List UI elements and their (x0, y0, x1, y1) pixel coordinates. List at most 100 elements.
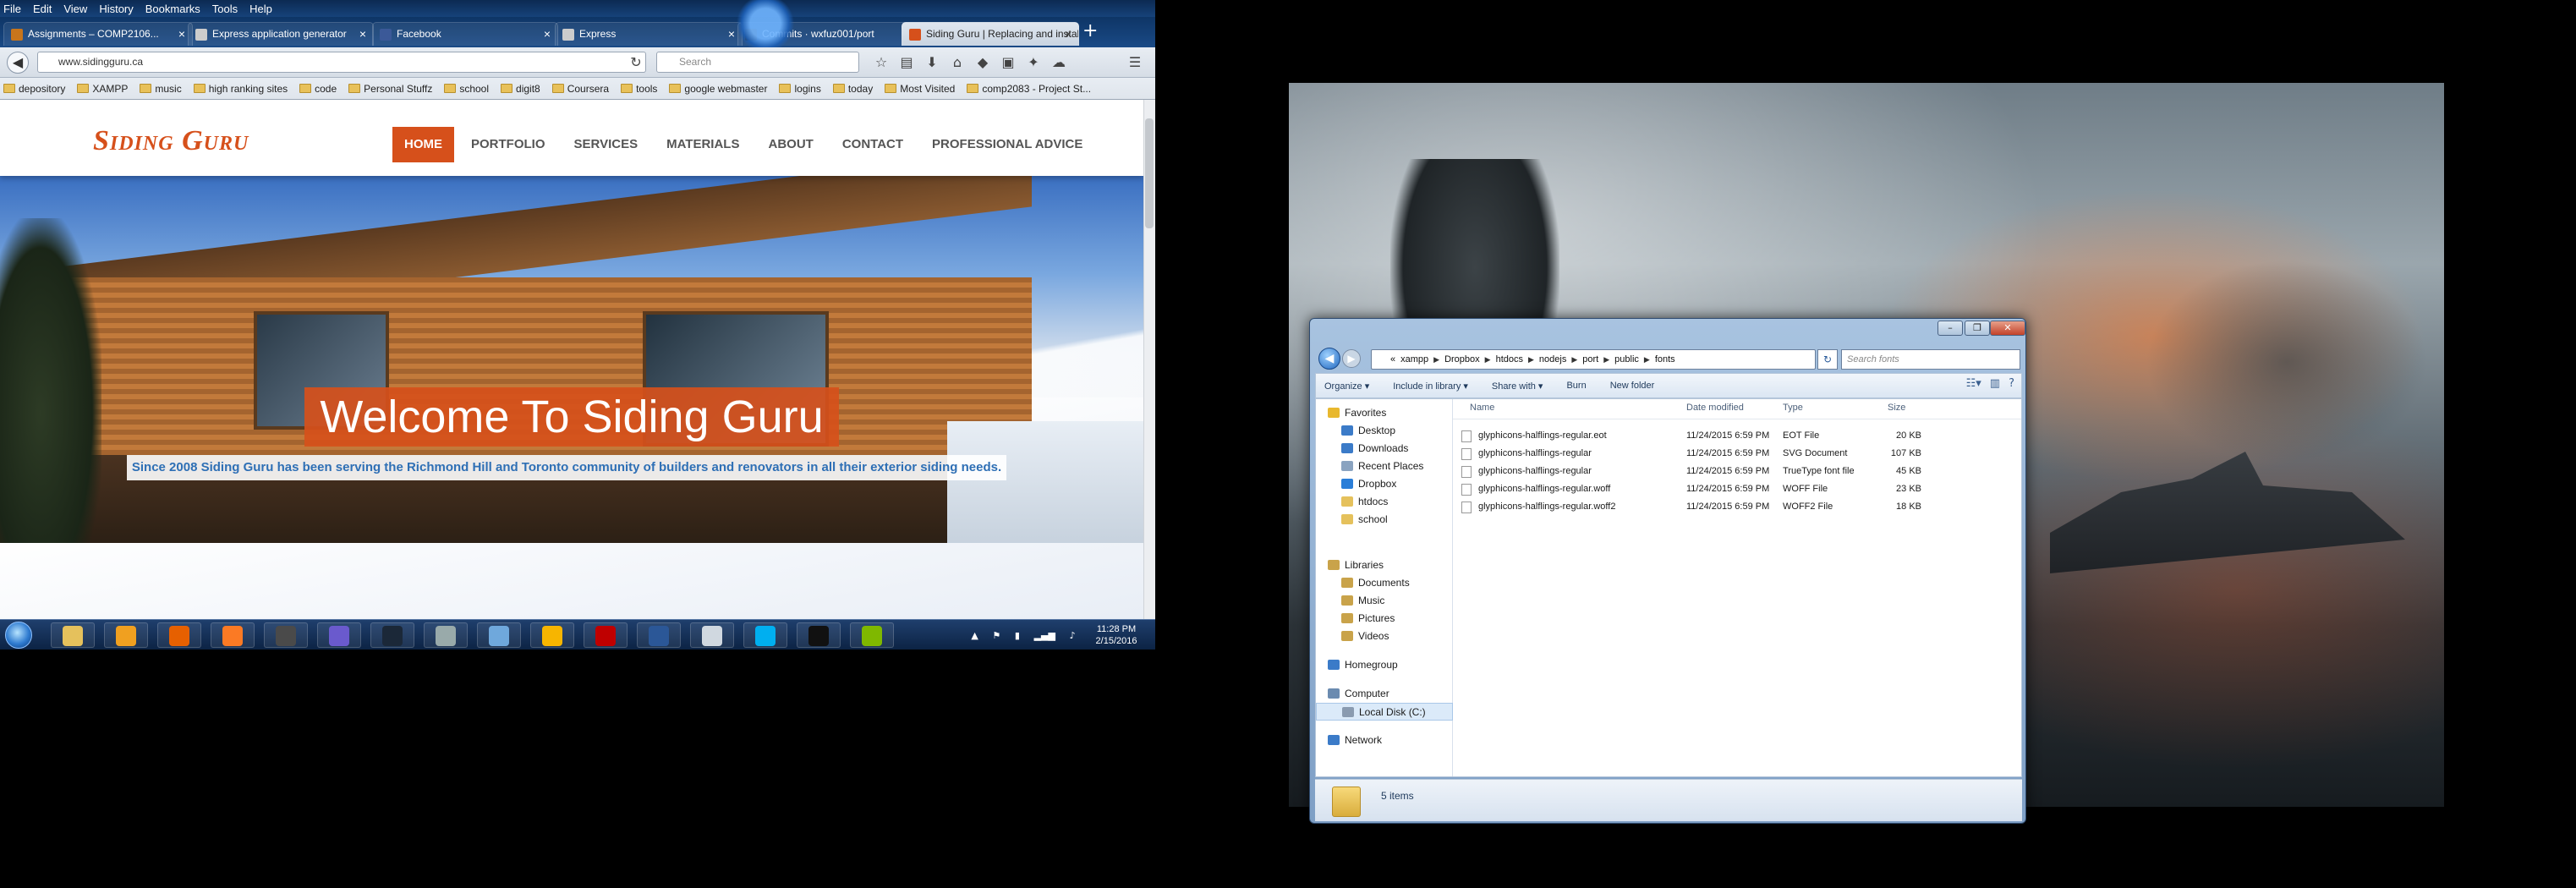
reload-icon[interactable]: ↻ (626, 52, 646, 73)
column-header-size[interactable]: Size (1888, 403, 1905, 413)
taskbar-skype[interactable] (743, 622, 787, 648)
bookmark-item[interactable]: music (140, 83, 182, 95)
tray-arrow-icon[interactable]: ▲ (971, 630, 978, 641)
close-tab-icon[interactable]: × (544, 23, 551, 45)
path-segment[interactable]: port (1582, 354, 1598, 365)
bookmark-star-icon[interactable]: ☆ (871, 52, 891, 73)
path-separator-icon[interactable]: ▶ (1571, 355, 1577, 365)
bookmark-item[interactable]: school (444, 83, 489, 95)
refresh-icon[interactable]: ↻ (1817, 349, 1838, 370)
bookmark-item[interactable]: code (299, 83, 337, 95)
taskbar-notepad[interactable] (690, 622, 734, 648)
sidebar-item-local-disk-c[interactable]: Local Disk (C:) (1316, 703, 1453, 721)
command-include-in-library[interactable]: Include in library ▾ (1393, 381, 1468, 392)
help-icon[interactable]: ? (2009, 377, 2014, 390)
back-arrow-icon[interactable]: ◀ (1318, 348, 1340, 370)
sidebar-item-school[interactable]: school (1316, 511, 1453, 529)
minimize-button[interactable]: – (1937, 321, 1963, 336)
new-tab-button[interactable]: + (1082, 20, 1098, 41)
nav-portfolio[interactable]: PORTFOLIO (459, 127, 557, 162)
taskbar-filezilla[interactable] (584, 622, 628, 648)
sync-icon[interactable]: ☁ (1049, 52, 1069, 73)
nav-about[interactable]: ABOUT (756, 127, 825, 162)
clock[interactable]: 11:28 PM 2/15/2016 (1086, 622, 1147, 648)
sidebar-item-favorites[interactable]: Favorites (1316, 404, 1453, 422)
taskbar-app-purple[interactable] (317, 622, 361, 648)
taskbar-cmd[interactable] (797, 622, 841, 648)
command-new-folder[interactable]: New folder (1610, 381, 1655, 391)
search-input[interactable]: Search (656, 52, 859, 73)
file-row[interactable]: glyphicons-halflings-regular 11/24/2015 6… (1461, 446, 1969, 463)
menu-bookmarks[interactable]: Bookmarks (145, 3, 200, 15)
hamburger-menu-icon[interactable]: ☰ (1125, 52, 1145, 73)
path-segment[interactable]: fonts (1655, 354, 1675, 365)
bookmark-item[interactable]: google webmaster (669, 83, 767, 95)
taskbar-media-player[interactable] (104, 622, 148, 648)
taskbar-steam[interactable] (370, 622, 414, 648)
taskbar-app-gear[interactable] (424, 622, 468, 648)
taskbar-webstorm[interactable] (530, 622, 574, 648)
path-separator-icon[interactable]: ▶ (1603, 355, 1609, 365)
addon-icon[interactable]: ◆ (973, 52, 993, 73)
sidebar-item-htdocs[interactable]: htdocs (1316, 493, 1453, 511)
back-arrow-icon[interactable]: ◀ (7, 52, 29, 74)
path-segment[interactable]: nodejs (1539, 354, 1566, 365)
close-tab-icon[interactable]: × (178, 23, 185, 45)
bookmark-item[interactable]: Personal Stuffz (348, 83, 432, 95)
bookmark-item[interactable]: tools (621, 83, 657, 95)
browser-tab[interactable]: Express application generator × (188, 22, 374, 46)
column-header-date-modified[interactable]: Date modified (1686, 403, 1744, 413)
nav-materials[interactable]: MATERIALS (655, 127, 751, 162)
browser-tab[interactable]: Express× (555, 22, 743, 46)
taskbar-sublime[interactable] (264, 622, 308, 648)
file-row[interactable]: glyphicons-halflings-regular.woff 11/24/2… (1461, 481, 1969, 498)
browser-tab[interactable]: Siding Guru | Replacing and installi... × (902, 22, 1079, 46)
bookmark-item[interactable]: Coursera (551, 83, 609, 95)
close-button[interactable]: ✕ (1990, 321, 2025, 336)
path-segment[interactable]: Dropbox (1444, 354, 1480, 365)
tray-network-icon[interactable]: ▮ (1015, 630, 1020, 641)
sidebar-item-dropbox[interactable]: Dropbox (1316, 475, 1453, 493)
sidebar-item-homegroup[interactable]: Homegroup (1316, 656, 1453, 674)
downloads-icon[interactable]: ⬇ (922, 52, 942, 73)
bookmark-item[interactable]: XAMPP (77, 83, 128, 95)
sidebar-item-pictures[interactable]: Pictures (1316, 610, 1453, 628)
preview-pane-icon[interactable]: ▥ (1990, 377, 2000, 390)
close-tab-icon[interactable]: × (359, 23, 366, 45)
browser-tab[interactable]: Facebook × (372, 22, 558, 46)
taskbar-firefox[interactable] (157, 622, 201, 648)
start-button[interactable] (5, 622, 32, 649)
command-burn[interactable]: Burn (1566, 381, 1586, 391)
path-segment[interactable]: public (1614, 354, 1639, 365)
file-row[interactable]: glyphicons-halflings-regular 11/24/2015 6… (1461, 463, 1969, 480)
scrollbar-thumb[interactable] (1145, 118, 1154, 228)
pocket-icon[interactable]: ▣ (998, 52, 1018, 73)
site-logo[interactable]: Siding Guru (93, 125, 249, 157)
file-row[interactable]: glyphicons-halflings-regular.woff2 11/24/… (1461, 499, 1969, 516)
tray-flag-icon[interactable]: ⚑ (992, 630, 1000, 641)
sidebar-item-libraries[interactable]: Libraries (1316, 556, 1453, 574)
sidebar-item-downloads[interactable]: Downloads (1316, 440, 1453, 458)
sidebar-item-network[interactable]: Network (1316, 732, 1453, 749)
bookmark-item[interactable]: comp2083 - Project St... (967, 83, 1091, 95)
menu-tools[interactable]: Tools (212, 3, 238, 15)
bookmark-item[interactable]: logins (779, 83, 821, 95)
browser-tab[interactable]: Assignments – COMP2106... × (3, 22, 193, 46)
command-share-with[interactable]: Share with ▾ (1492, 381, 1543, 392)
command-organize[interactable]: Organize ▾ (1324, 381, 1369, 392)
url-bar[interactable]: www.sidingguru.ca (37, 52, 646, 73)
path-separator-icon[interactable]: ▶ (1485, 355, 1491, 365)
bookmark-item[interactable]: digit8 (501, 83, 540, 95)
bookmark-item[interactable]: Most Visited (885, 83, 955, 95)
file-row[interactable]: glyphicons-halflings-regular.eot 11/24/20… (1461, 428, 1969, 445)
sidebar-item-videos[interactable]: Videos (1316, 628, 1453, 645)
bookmark-item[interactable]: today (832, 83, 873, 95)
path-separator-icon[interactable]: ▶ (1644, 355, 1650, 365)
maximize-button[interactable]: ❐ (1965, 321, 1990, 336)
taskbar-app-book[interactable] (477, 622, 521, 648)
menu-help[interactable]: Help (249, 3, 272, 15)
nav-professional-advice[interactable]: PROFESSIONAL ADVICE (920, 127, 1094, 162)
nav-contact[interactable]: CONTACT (830, 127, 915, 162)
path-segment[interactable]: htdocs (1496, 354, 1523, 365)
taskbar-app-network[interactable] (637, 622, 681, 648)
